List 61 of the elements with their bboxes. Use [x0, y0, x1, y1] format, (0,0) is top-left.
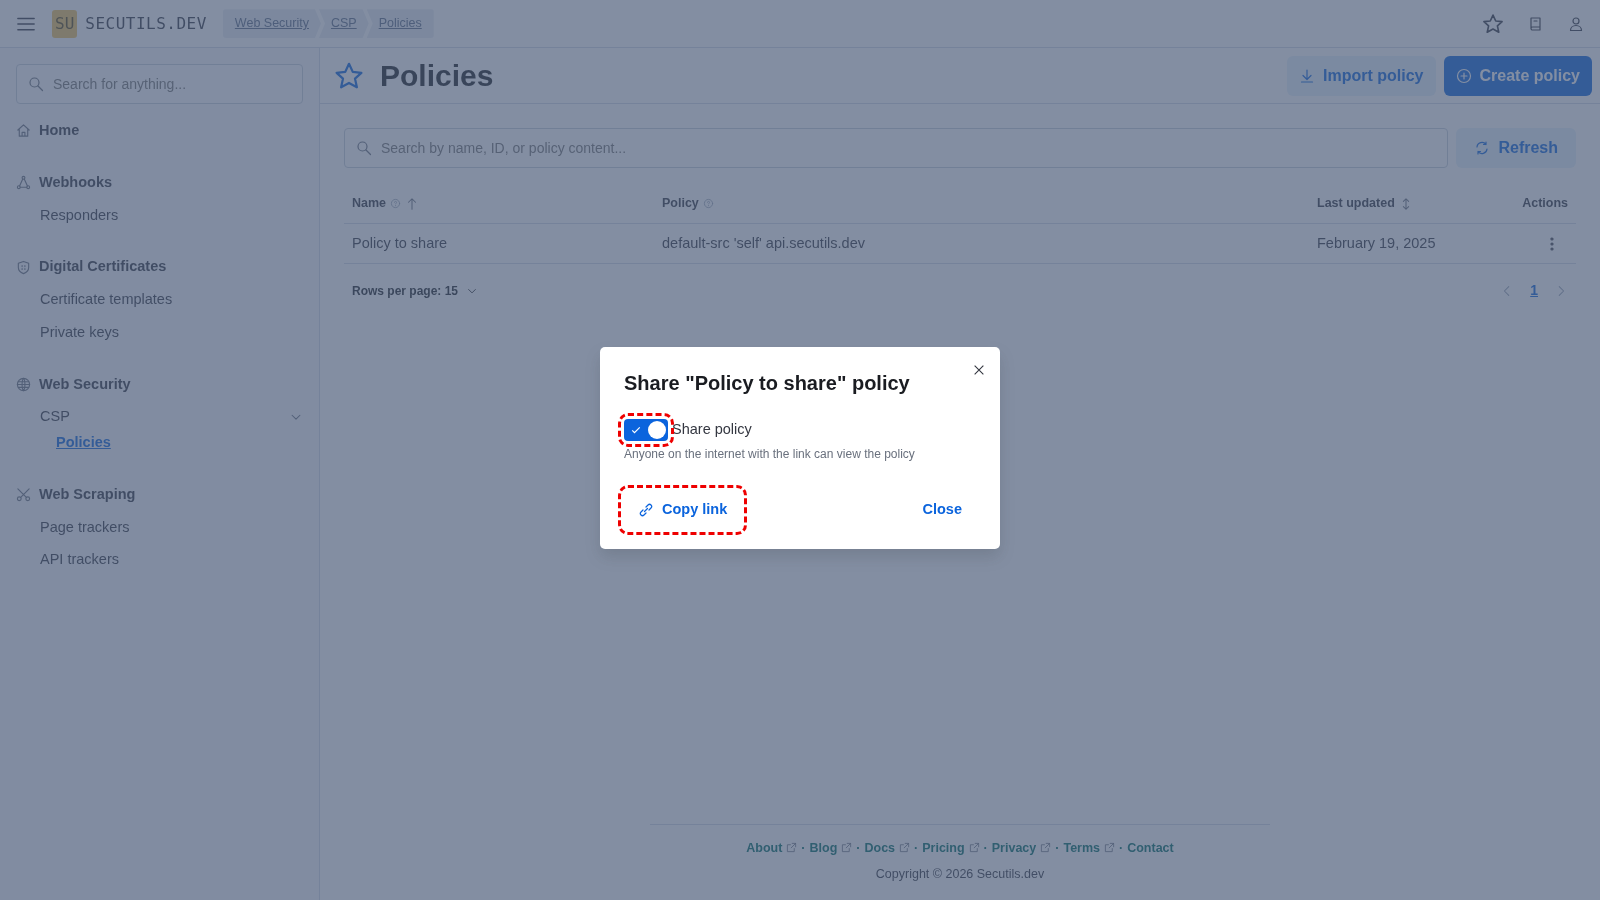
- separator: ·: [983, 839, 988, 857]
- separator: ·: [1119, 839, 1124, 857]
- home-icon: [16, 123, 31, 139]
- column-header: Policy: [662, 195, 699, 213]
- footer-link[interactable]: Contact: [1127, 838, 1174, 858]
- close-button[interactable]: Close: [908, 491, 976, 529]
- footer-link[interactable]: About: [746, 838, 783, 858]
- column-header[interactable]: Last updated: [1317, 194, 1395, 213]
- nav-link[interactable]: Policies: [56, 432, 111, 454]
- star-icon[interactable]: [334, 60, 364, 91]
- refresh-icon: [1474, 140, 1491, 156]
- search-icon: [356, 140, 372, 156]
- rows-per-page-button[interactable]: Rows per page: 15: [352, 281, 479, 300]
- column-header: Actions: [1522, 195, 1568, 213]
- search-icon: [28, 76, 44, 92]
- book-icon[interactable]: [1528, 15, 1544, 32]
- toggle-label: Share policy: [672, 420, 752, 440]
- nav-section-link[interactable]: Web Security: [39, 373, 131, 396]
- nav-section-link[interactable]: Digital Certificates: [39, 256, 167, 278]
- user-icon[interactable]: [1568, 15, 1584, 32]
- table-cell: Policy to share: [352, 234, 448, 251]
- footer-link[interactable]: Docs: [864, 838, 896, 858]
- nav-section-link[interactable]: Webhooks: [39, 171, 113, 194]
- refresh-button[interactable]: Refresh: [1456, 128, 1576, 168]
- footer-link[interactable]: Terms: [1063, 838, 1101, 858]
- nav-link[interactable]: Responders: [40, 204, 119, 227]
- plus-circle-icon: [1455, 67, 1472, 84]
- nav-link[interactable]: Page trackers: [40, 516, 130, 539]
- separator: ·: [1055, 839, 1060, 857]
- globe-icon: [16, 376, 31, 392]
- logo-text[interactable]: SECUTILS.DEV: [85, 11, 207, 36]
- nav-link[interactable]: Certificate templates: [40, 289, 173, 311]
- page-link[interactable]: 1: [1530, 280, 1538, 301]
- create-button[interactable]: Create policy: [1443, 55, 1592, 96]
- footer-link[interactable]: Pricing: [922, 838, 965, 858]
- nav-link[interactable]: CSP: [40, 406, 70, 428]
- separator: ·: [801, 839, 806, 857]
- page-title: Policies: [380, 57, 494, 94]
- dialog-title: Share "Policy to share" policy: [624, 371, 911, 395]
- check-icon: [630, 424, 642, 436]
- nav-section-link[interactable]: Web Scraping: [39, 483, 136, 506]
- separator: ·: [856, 839, 861, 857]
- nav-link[interactable]: API trackers: [40, 549, 119, 571]
- import-button[interactable]: Import policy: [1287, 55, 1436, 96]
- link-icon: [638, 501, 654, 518]
- helper-text: Anyone on the internet with the link can view the policy: [624, 446, 916, 463]
- shield-icon: [16, 259, 31, 275]
- table-cell: February 19, 2025: [1317, 234, 1436, 251]
- footer-link[interactable]: Blog: [809, 838, 838, 858]
- table-cell: default-src 'self' api.secutils.dev: [662, 234, 865, 251]
- copy-link-button[interactable]: Copy link: [624, 491, 742, 529]
- network-icon: [16, 175, 31, 191]
- nav-section-link[interactable]: Home: [39, 120, 80, 142]
- nav-link[interactable]: Private keys: [40, 321, 119, 344]
- separator: ·: [914, 839, 919, 857]
- download-icon: [1299, 67, 1316, 84]
- column-header[interactable]: Name: [352, 194, 387, 213]
- star-icon[interactable]: [1482, 12, 1504, 35]
- scissors-icon: [16, 487, 31, 503]
- footer-link[interactable]: Privacy: [991, 838, 1037, 858]
- copyright-text: Copyright © 2026 Secutils.dev: [874, 866, 1046, 884]
